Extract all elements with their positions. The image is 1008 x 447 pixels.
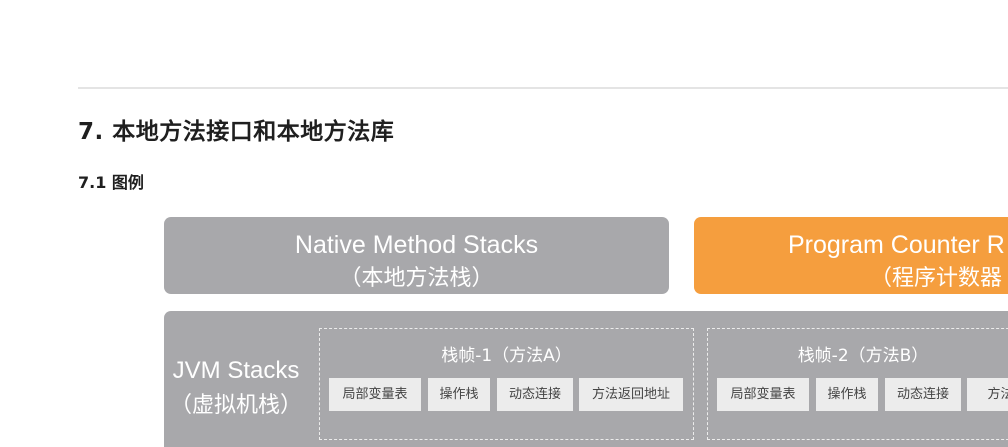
frame-2-dynamic-linking: 动态连接	[885, 378, 961, 411]
stack-frame-1-title: 栈帧-1（方法A）	[441, 346, 572, 366]
program-counter-subtitle: （程序计数器	[870, 265, 1003, 290]
subsection-heading: 7.1 图例	[78, 173, 144, 192]
native-method-stacks-subtitle: （本地方法栈）	[339, 265, 494, 290]
stack-frame-2: 栈帧-2（方法B） 局部变量表 操作栈 动态连接 方法返	[707, 328, 1008, 440]
stack-frame-2-title: 栈帧-2（方法B）	[797, 346, 929, 366]
frame-1-return-address: 方法返回地址	[579, 378, 683, 411]
frame-2-operand-stack: 操作栈	[816, 378, 878, 411]
jvm-stacks-box: JVM Stacks （虚拟机栈） 栈帧-1（方法A） 局部变量表 操作栈 动态…	[164, 311, 1008, 447]
jvm-memory-diagram: Native Method Stacks （本地方法栈） Program Cou…	[162, 214, 1008, 447]
program-counter-title: Program Counter R	[788, 231, 1005, 259]
frame-1-local-variables: 局部变量表	[329, 378, 421, 411]
frame-2-return-address: 方法返	[967, 378, 1008, 411]
section-heading: 7. 本地方法接口和本地方法库	[78, 119, 395, 145]
jvm-stacks-label: JVM Stacks （虚拟机栈）	[170, 357, 302, 419]
frame-1-operand-stack: 操作栈	[428, 378, 490, 411]
frame-1-dynamic-linking: 动态连接	[497, 378, 573, 411]
jvm-stacks-title: JVM Stacks	[172, 357, 300, 384]
program-counter-box: Program Counter R （程序计数器	[694, 217, 1008, 294]
jvm-stacks-subtitle: （虚拟机栈）	[170, 392, 303, 417]
horizontal-divider	[78, 87, 1008, 89]
native-method-stacks-box: Native Method Stacks （本地方法栈）	[164, 217, 669, 294]
frame-2-local-variables: 局部变量表	[717, 378, 809, 411]
native-method-stacks-title: Native Method Stacks	[294, 231, 539, 259]
stack-frame-1: 栈帧-1（方法A） 局部变量表 操作栈 动态连接 方法返回地址	[319, 328, 694, 440]
